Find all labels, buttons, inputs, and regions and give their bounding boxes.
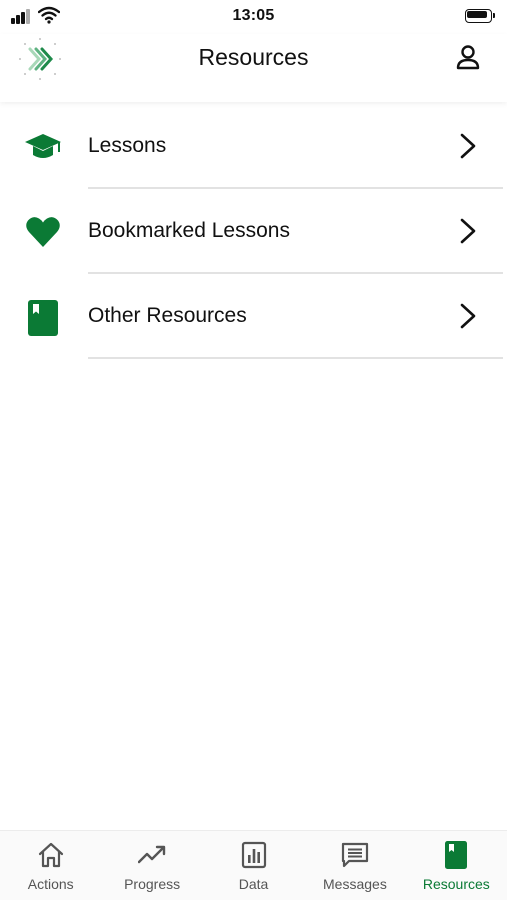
- tab-data[interactable]: Data: [203, 831, 304, 900]
- heart-icon: [26, 217, 60, 247]
- resource-list: Lessons Bookmarked Lessons Other Resourc…: [0, 104, 507, 359]
- tab-label: Resources: [422, 876, 490, 892]
- bar-chart-icon: [241, 841, 266, 869]
- list-item-bookmarked-lessons[interactable]: Bookmarked Lessons: [0, 189, 507, 274]
- list-item-other-resources[interactable]: Other Resources: [0, 274, 507, 359]
- tab-label: Actions: [27, 876, 74, 892]
- book-icon: [445, 841, 468, 869]
- status-bar: 13:05: [0, 0, 507, 34]
- chevron-right-icon: [460, 218, 476, 244]
- profile-button[interactable]: [453, 43, 483, 73]
- chevron-right-icon: [460, 133, 476, 159]
- app-header: Resources: [0, 34, 507, 102]
- tab-actions[interactable]: Actions: [0, 831, 101, 900]
- list-item-label: Lessons: [88, 134, 167, 157]
- list-item-lessons[interactable]: Lessons: [0, 104, 507, 189]
- bottom-tab-bar: Actions Progress Data Messages Resources: [0, 830, 507, 900]
- divider: [88, 357, 503, 359]
- list-item-label: Bookmarked Lessons: [88, 219, 290, 242]
- tab-resources[interactable]: Resources: [406, 831, 507, 900]
- graduation-cap-icon: [25, 134, 61, 158]
- home-icon: [38, 842, 63, 868]
- tab-label: Progress: [124, 876, 181, 892]
- tab-label: Messages: [323, 876, 387, 892]
- book-icon: [28, 300, 58, 336]
- battery-icon: [465, 9, 495, 23]
- message-icon: [341, 842, 369, 868]
- resources-screen: 13:05 Resources Lessons Bookmarked Lesso…: [0, 0, 507, 900]
- list-item-label: Other Resources: [88, 304, 247, 327]
- tab-progress[interactable]: Progress: [101, 831, 202, 900]
- page-title: Resources: [198, 44, 309, 70]
- chevron-right-icon: [460, 303, 476, 329]
- trend-up-icon: [138, 845, 166, 864]
- status-time: 13:05: [232, 7, 275, 24]
- tab-messages[interactable]: Messages: [304, 831, 405, 900]
- tab-label: Data: [238, 876, 269, 892]
